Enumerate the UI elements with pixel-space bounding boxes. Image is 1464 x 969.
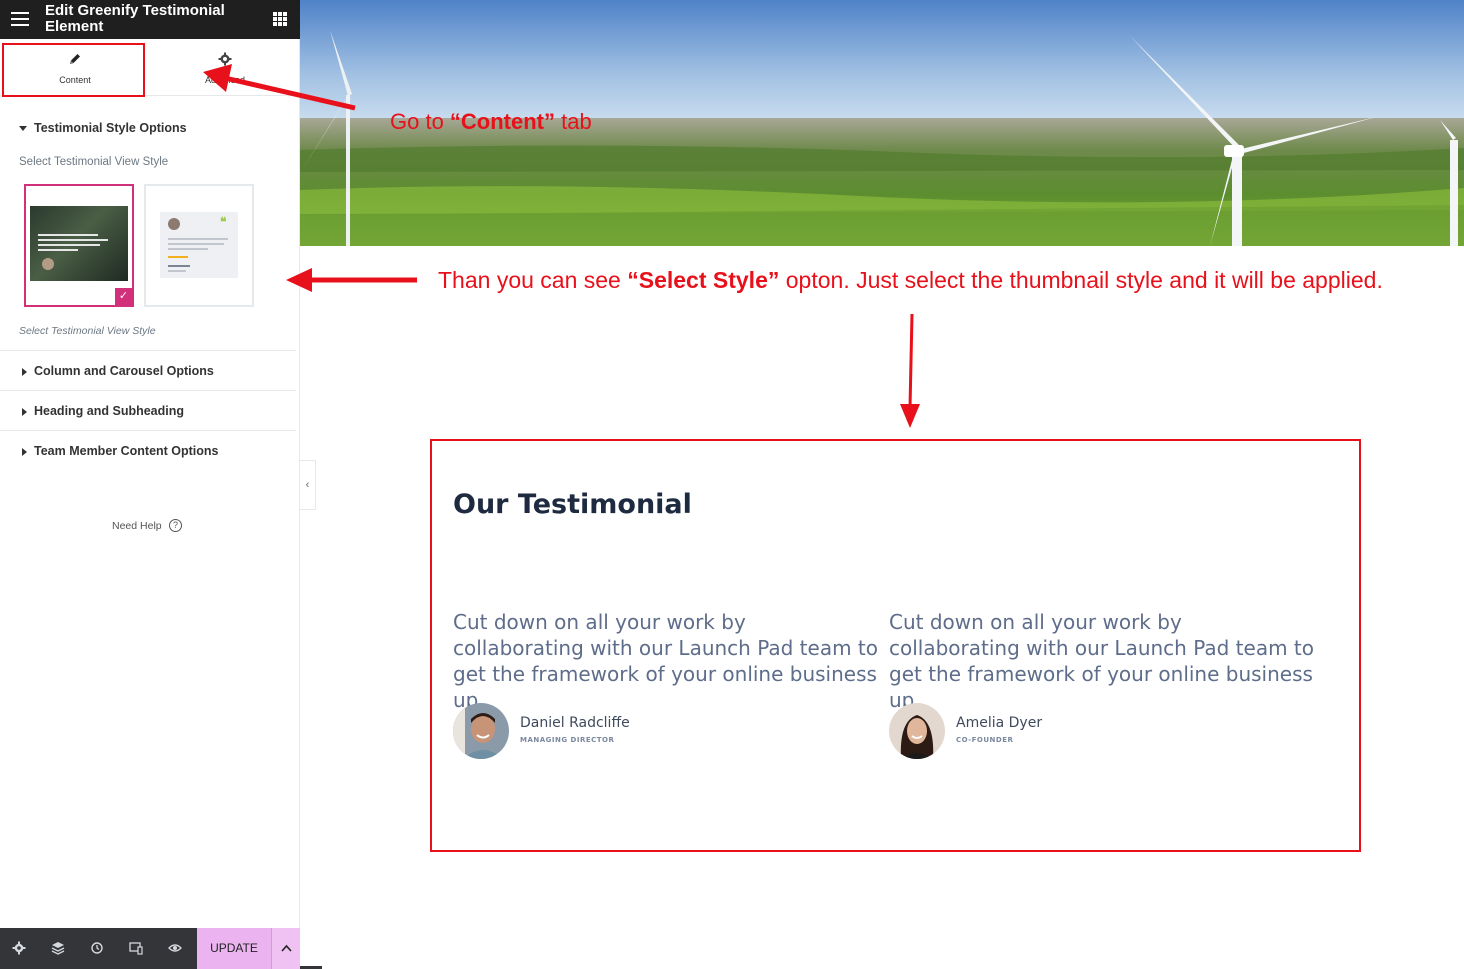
divider: [0, 350, 296, 351]
annotation-select-style: Than you can see “Select Style” opton. J…: [438, 267, 1383, 293]
style-select-hint: Select Testimonial View Style: [19, 325, 156, 337]
divider: [0, 390, 296, 391]
tab-advanced[interactable]: Advanced: [150, 39, 300, 96]
avatar: [889, 703, 945, 759]
style-thumbnail-1[interactable]: ✓: [24, 184, 134, 307]
divider: [0, 430, 296, 431]
arrow-to-style-thumbnails: [286, 268, 417, 292]
pencil-icon: [0, 52, 150, 66]
thumbnail-preview: [30, 206, 128, 281]
section-label: Column and Carousel Options: [34, 364, 214, 378]
caret-right-icon: [22, 447, 27, 456]
gear-icon: [150, 52, 300, 66]
help-question-icon[interactable]: ?: [169, 519, 182, 532]
testimonial-author-role: MANAGING DIRECTOR: [520, 736, 615, 744]
style-thumbnail-2[interactable]: ❝: [144, 184, 254, 307]
section-team-member-content-options[interactable]: Team Member Content Options: [22, 444, 318, 458]
arrow-to-preview: [900, 313, 920, 428]
update-options-chevron-up-icon[interactable]: [271, 928, 300, 969]
section-label: Testimonial Style Options: [34, 121, 187, 135]
tab-advanced-label: Advanced: [204, 75, 246, 85]
collapse-panel-chevron-left-icon[interactable]: ‹: [300, 460, 316, 510]
testimonial-heading: Our Testimonial: [453, 489, 692, 520]
testimonial-author-name: Daniel Radcliffe: [520, 715, 630, 731]
thumbnail-preview: ❝: [160, 212, 238, 278]
layers-icon[interactable]: [39, 928, 78, 969]
section-testimonial-style-options[interactable]: Testimonial Style Options: [19, 121, 315, 135]
caret-down-icon: [19, 126, 27, 132]
widgets-grid-icon[interactable]: [273, 12, 287, 26]
section-column-carousel-options[interactable]: Column and Carousel Options: [22, 364, 318, 378]
tab-content-label: Content: [59, 75, 91, 85]
responsive-icon[interactable]: [117, 928, 156, 969]
style-select-label: Select Testimonial View Style: [19, 156, 169, 168]
section-heading-subheading[interactable]: Heading and Subheading: [22, 404, 318, 418]
quote-icon: ❝: [220, 215, 227, 229]
testimonial-quote: Cut down on all your work by collaborati…: [453, 610, 878, 712]
section-label: Heading and Subheading: [34, 404, 185, 418]
testimonial-quote: Cut down on all your work by collaborati…: [889, 610, 1314, 712]
preview-eye-icon[interactable]: [156, 928, 195, 969]
hamburger-menu-icon[interactable]: [11, 12, 29, 26]
settings-icon[interactable]: [0, 928, 39, 969]
history-icon[interactable]: [78, 928, 117, 969]
annotation-content-tab: Go to “Content” tab: [390, 109, 592, 134]
caret-right-icon: [22, 367, 27, 376]
selected-check-icon: ✓: [115, 288, 132, 305]
testimonial-author-role: CO-FOUNDER: [956, 736, 1014, 744]
section-label: Team Member Content Options: [34, 444, 219, 458]
need-help-link[interactable]: Need Help: [112, 520, 162, 532]
testimonial-author-name: Amelia Dyer: [956, 715, 1043, 731]
tab-content[interactable]: Content: [0, 39, 150, 96]
panel-header: Edit Greenify Testimonial Element: [0, 0, 300, 39]
editor-panel: Edit Greenify Testimonial Element Conten…: [0, 0, 300, 969]
panel-title: Edit Greenify Testimonial Element: [45, 2, 225, 35]
caret-right-icon: [22, 407, 27, 416]
panel-tabs: Content Advanced: [0, 39, 300, 96]
avatar: [453, 703, 509, 759]
update-button[interactable]: UPDATE: [197, 928, 271, 969]
